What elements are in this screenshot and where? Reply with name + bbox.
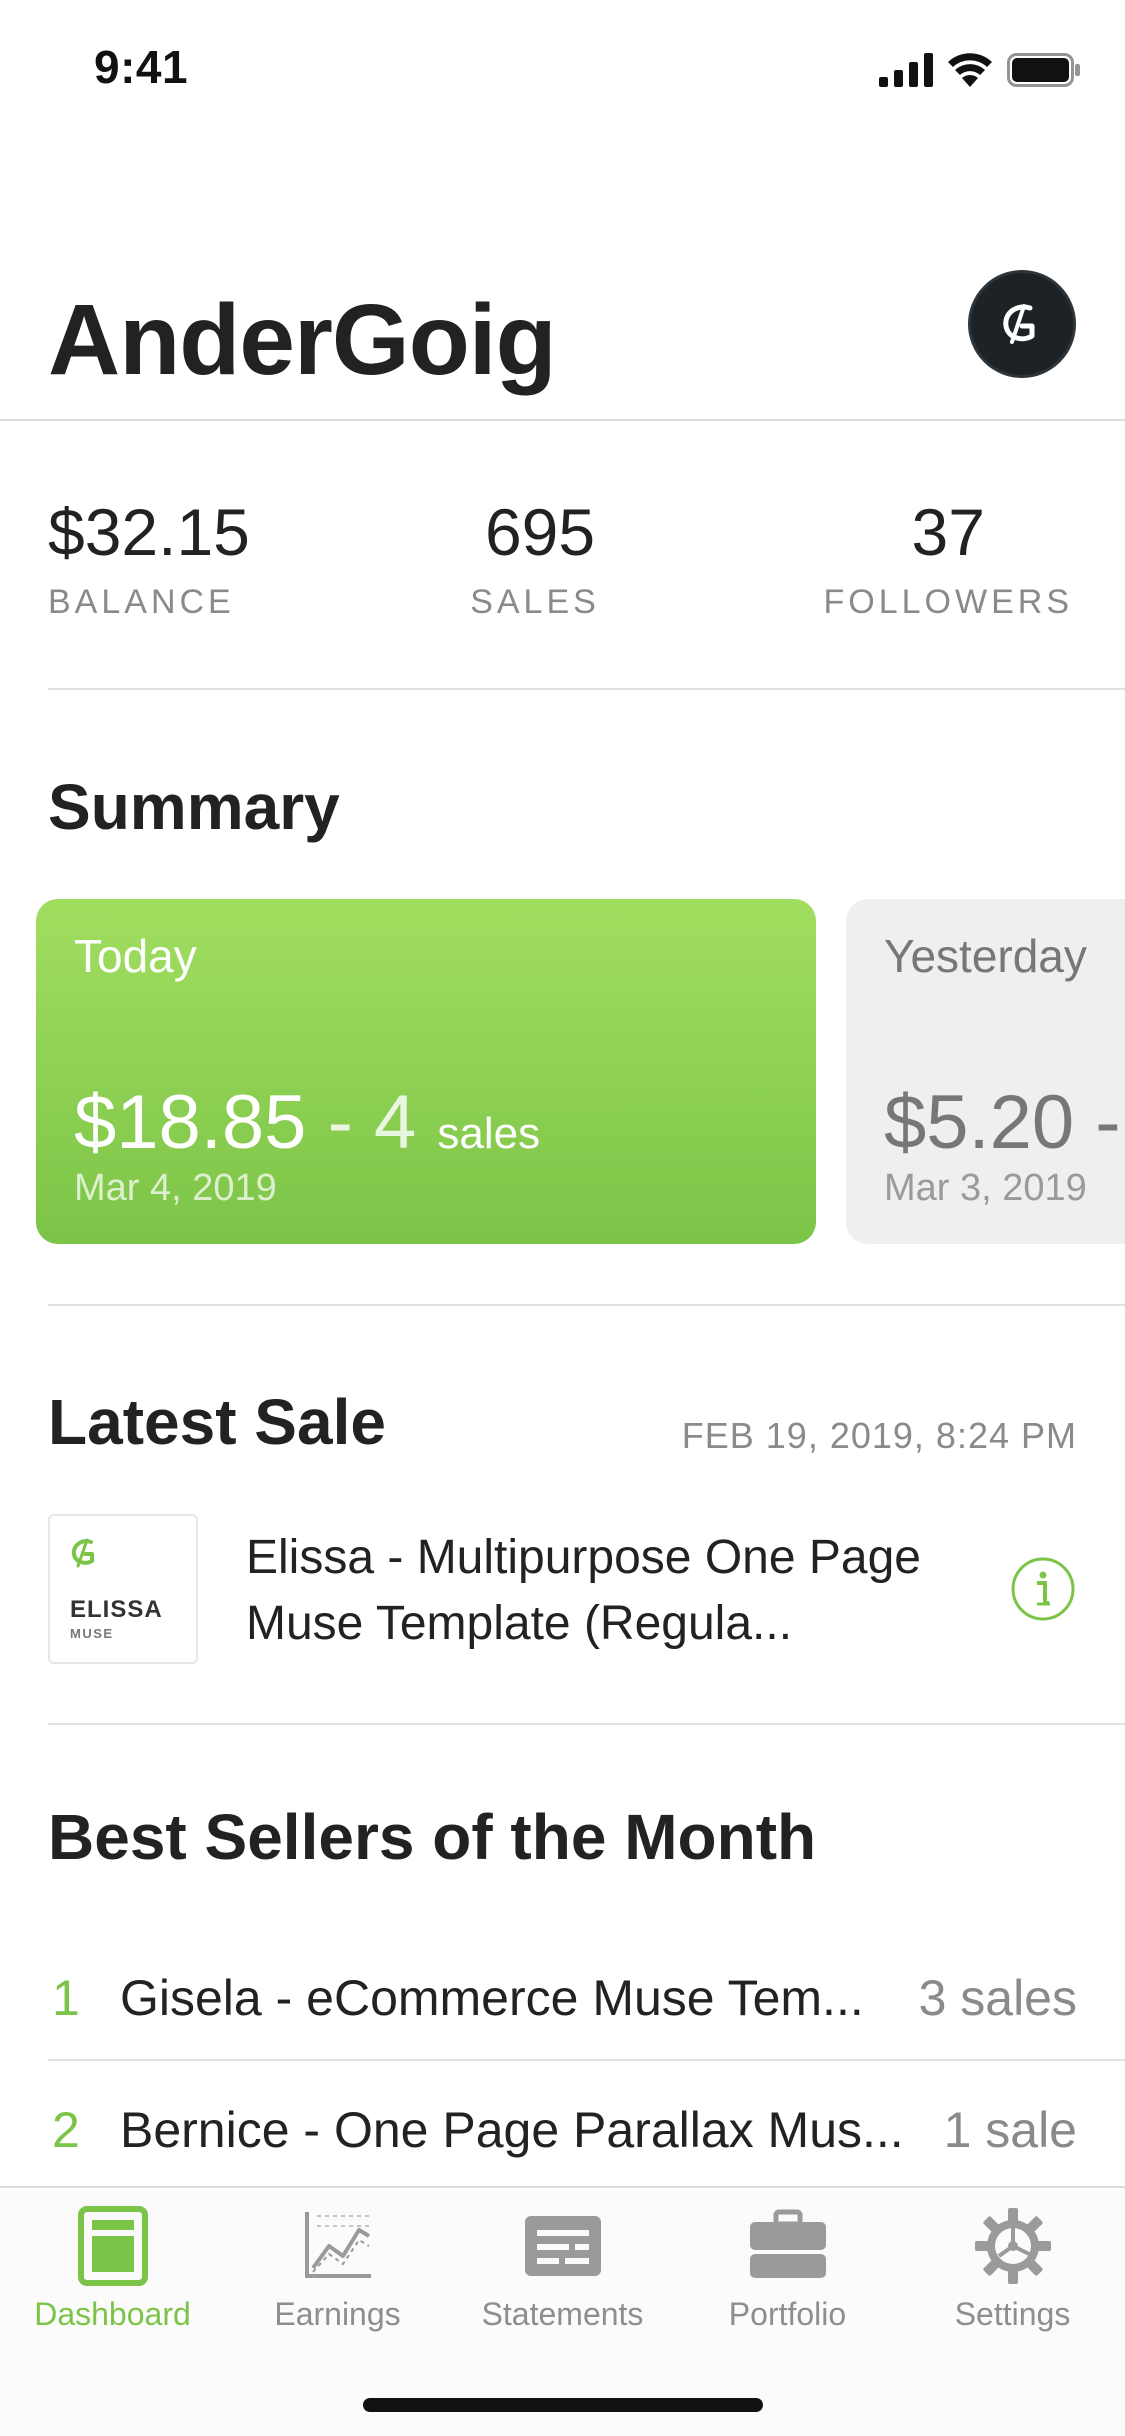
tab-statements[interactable]: Statements (450, 2206, 675, 2366)
tab-earnings[interactable]: Earnings (225, 2206, 450, 2366)
header: AnderGoig (0, 270, 1125, 420)
section-divider (48, 688, 1125, 690)
avatar-logo-icon (1003, 304, 1035, 344)
wifi-icon (948, 53, 992, 87)
section-divider (48, 1304, 1125, 1306)
status-time: 9:41 (94, 41, 189, 93)
product-logo-sub: MUSE (70, 1626, 114, 1641)
tab-portfolio[interactable]: Portfolio (675, 2206, 900, 2366)
card-label: Today (74, 930, 197, 982)
avatar[interactable] (968, 270, 1076, 378)
tab-dashboard[interactable]: Dashboard (0, 2206, 225, 2366)
tab-label: Statements (481, 2296, 644, 2332)
stat-balance: $32.15 BALANCE (48, 496, 250, 622)
card-amount: $18.85 - 4 sales (74, 1079, 540, 1166)
summary-card-today[interactable]: Today $18.85 - 4 sales Mar 4, 2019 (36, 899, 816, 1244)
home-indicator (363, 2398, 763, 2412)
status-bar: 9:41 (0, 0, 1125, 140)
stat-value: 37 (911, 495, 985, 569)
card-label: Yesterday (884, 930, 1087, 982)
product-logo-name: ELISSA (70, 1596, 163, 1623)
latest-sale-product[interactable]: Elissa - Multipurpose One Page Muse Temp… (246, 1525, 966, 1657)
seller-name: Bernice - One Page Parallax Mus... (120, 2102, 904, 2158)
seller-count: 1 sale (943, 2102, 1077, 2158)
stat-label: SALES (470, 582, 600, 621)
stat-value: $32.15 (48, 495, 250, 569)
tab-label: Portfolio (728, 2296, 847, 2332)
portfolio-icon (749, 2209, 826, 2278)
card-amount-value: $18.85 (74, 1080, 307, 1165)
battery-icon (1007, 53, 1080, 87)
tab-label: Dashboard (34, 2296, 191, 2332)
status-icons (879, 50, 1081, 90)
card-sales-count: 4 (374, 1080, 417, 1165)
best-seller-row[interactable]: 1 Gisela - eCommerce Muse Tem... 3 sales (0, 1931, 1125, 2061)
statements-icon (524, 2216, 601, 2276)
card-date: Mar 4, 2019 (74, 1167, 277, 1209)
card-sales-unit: sales (437, 1109, 541, 1158)
best-sellers-title: Best Sellers of the Month (48, 1801, 817, 1873)
info-icon[interactable] (1010, 1556, 1076, 1622)
product-thumbnail[interactable]: ELISSA MUSE (48, 1514, 198, 1664)
summary-title: Summary (48, 771, 340, 843)
product-logo-icon (71, 1538, 94, 1568)
summary-card-yesterday[interactable]: Yesterday $5.20 - Mar 3, 2019 (846, 899, 1125, 1244)
tab-settings[interactable]: Settings (900, 2206, 1125, 2366)
card-date: Mar 3, 2019 (884, 1167, 1087, 1209)
card-separator: - (306, 1080, 374, 1165)
stat-label: FOLLOWERS (823, 582, 1073, 621)
stat-followers: 37 FOLLOWERS (824, 496, 1073, 622)
stat-value: 695 (484, 495, 596, 569)
stats-row: $32.15 BALANCE 695 SALES 37 FOLLOWERS (0, 421, 1125, 689)
tab-label: Earnings (274, 2296, 401, 2332)
seller-count: 3 sales (918, 1970, 1077, 2026)
row-divider (48, 2059, 1125, 2061)
latest-sale-date: FEB 19, 2019, 8:24 PM (681, 1415, 1077, 1456)
tab-label: Settings (954, 2296, 1071, 2332)
seller-name: Gisela - eCommerce Muse Tem... (120, 1970, 864, 2026)
seller-rank: 1 (52, 1970, 80, 2026)
stat-label: BALANCE (48, 582, 235, 621)
earnings-chart-icon (304, 2212, 371, 2278)
signal-icon (879, 53, 933, 87)
stat-sales: 695 SALES (470, 496, 610, 622)
seller-rank: 2 (52, 2102, 80, 2158)
page-title: AnderGoig (48, 284, 557, 396)
gear-icon (974, 2208, 1051, 2284)
latest-sale-title: Latest Sale (48, 1386, 386, 1458)
best-seller-row[interactable]: 2 Bernice - One Page Parallax Mus... 1 s… (0, 2063, 1125, 2193)
dashboard-icon (77, 2206, 148, 2286)
section-divider (48, 1723, 1125, 1725)
card-amount: $5.20 - (884, 1080, 1121, 1165)
